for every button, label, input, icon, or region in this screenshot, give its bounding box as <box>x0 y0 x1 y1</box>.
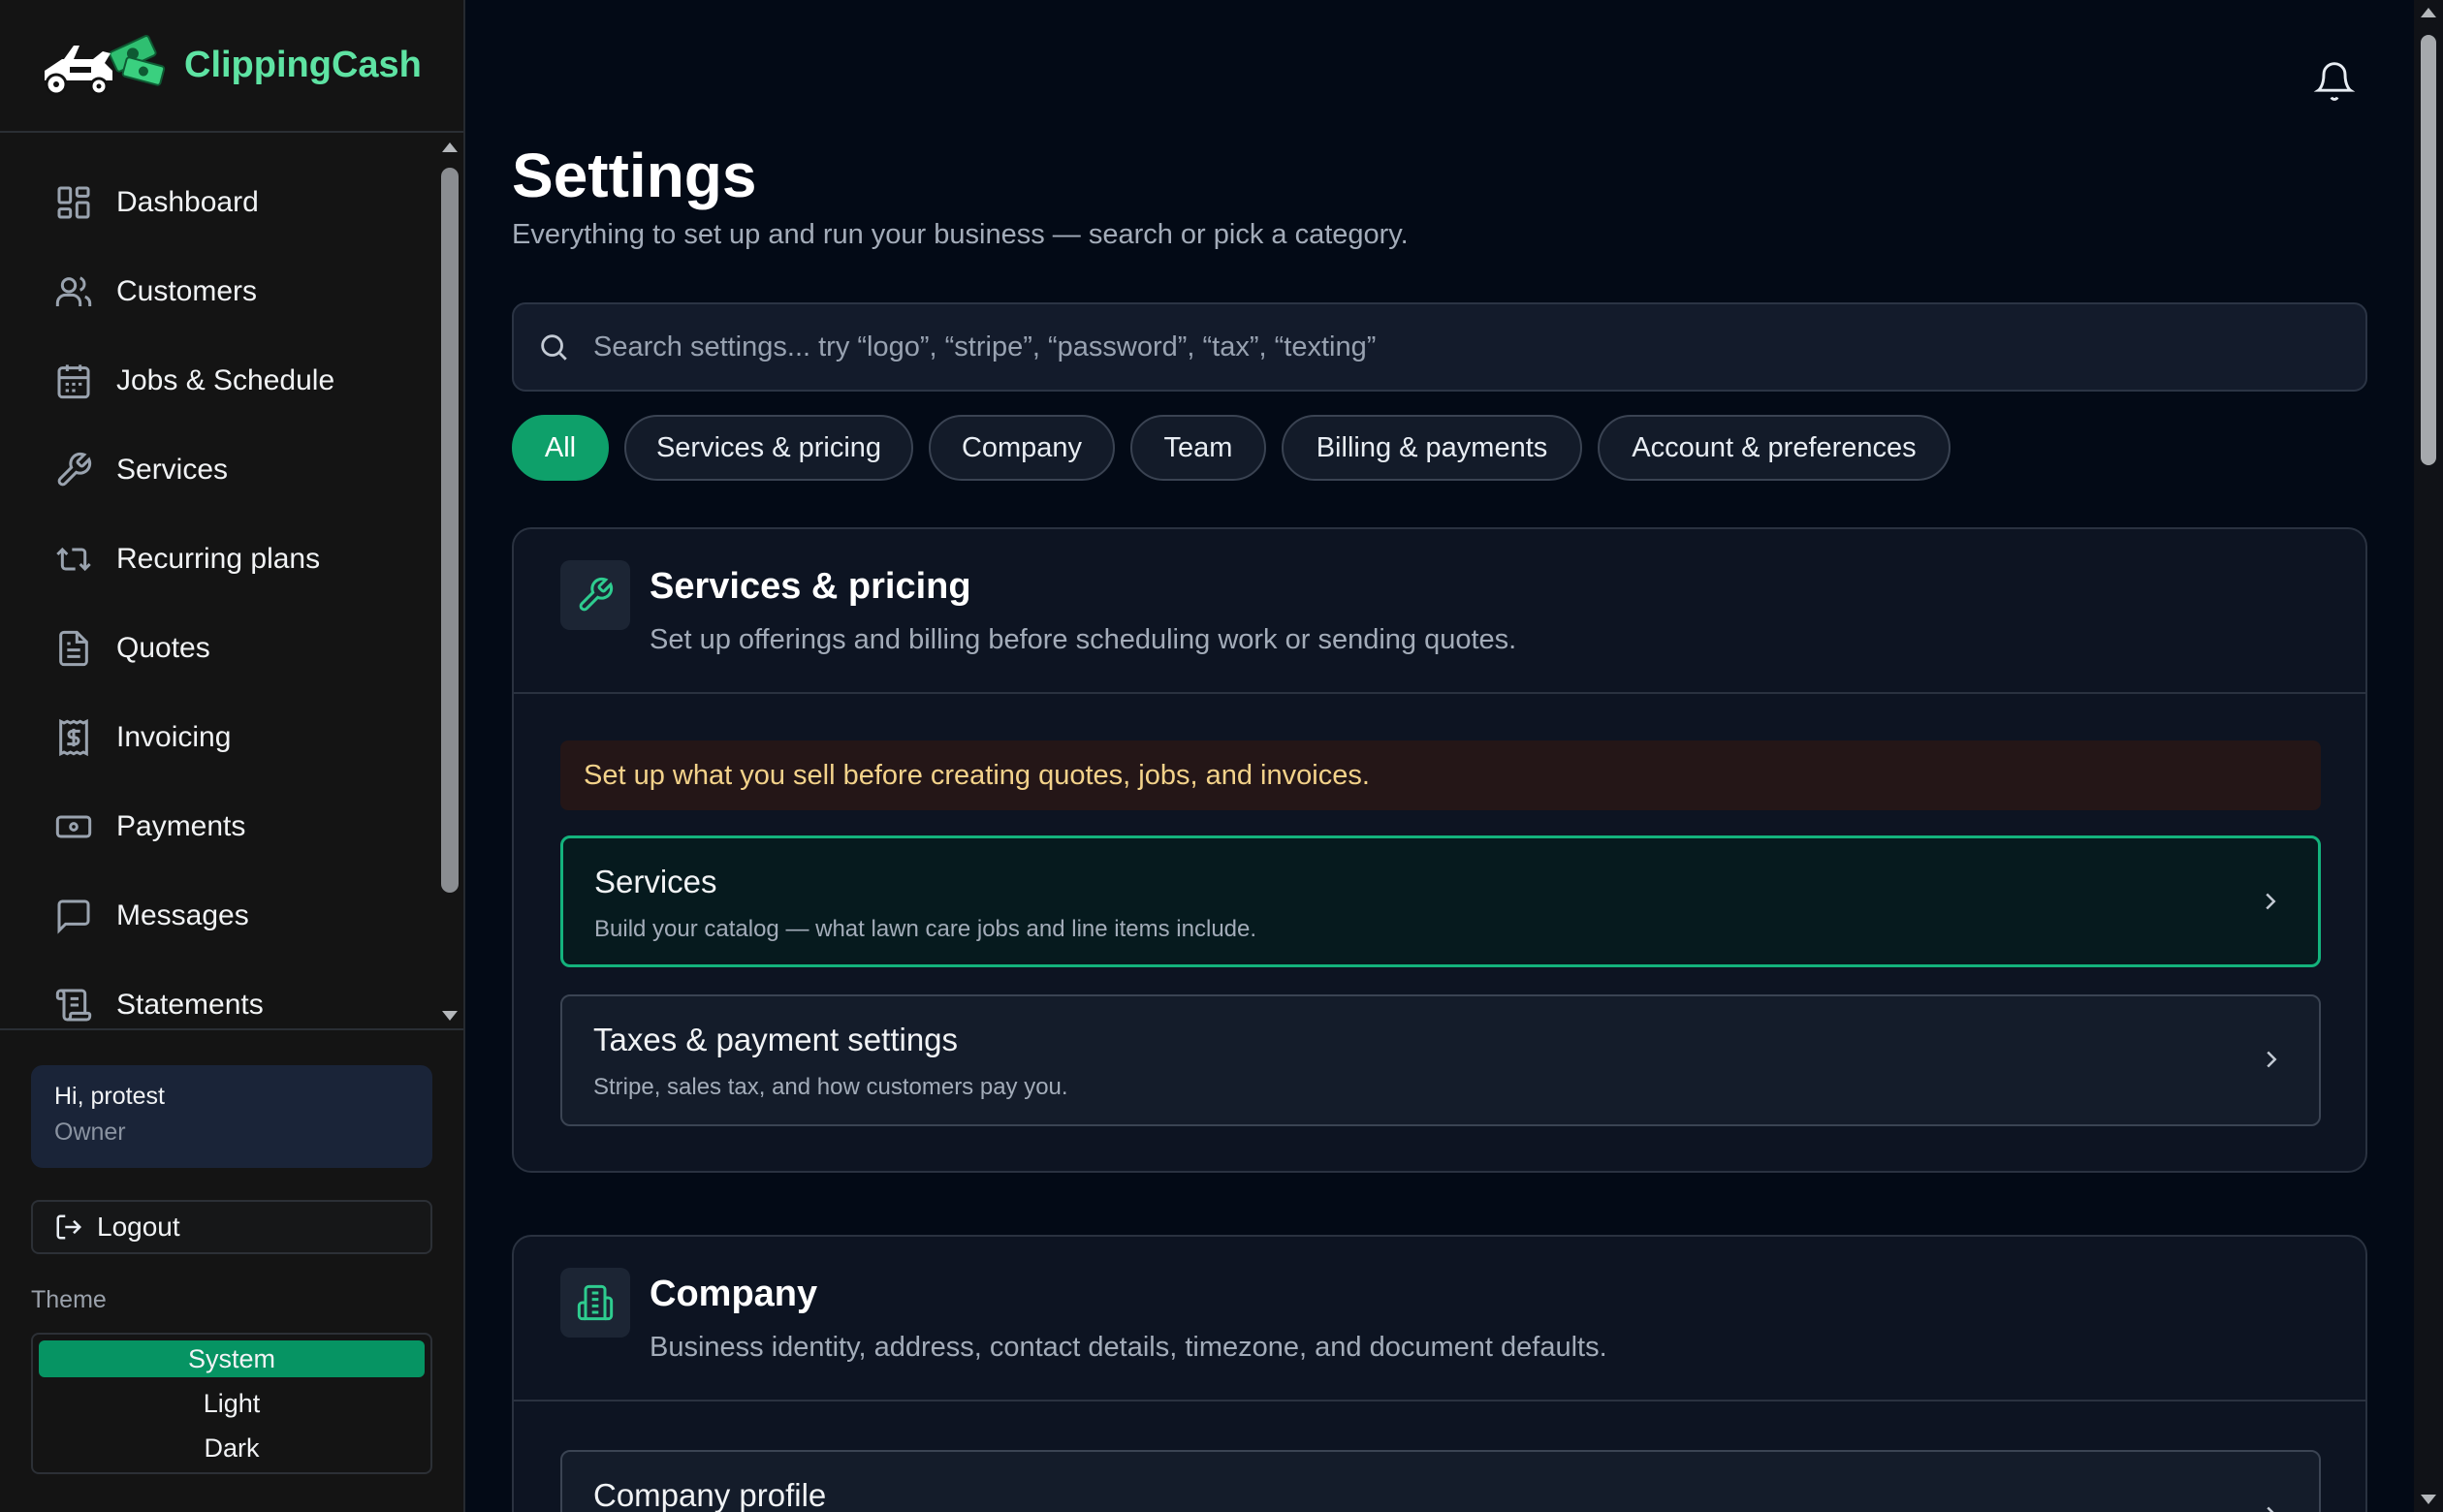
sidebar: ClippingCash Dashboard Customers Jobs & … <box>0 0 465 1512</box>
scroll-icon <box>55 989 92 1022</box>
sidebar-item-quotes[interactable]: Quotes <box>0 604 427 693</box>
sidebar-item-label: Services <box>116 454 229 486</box>
section-title: Company <box>650 1274 818 1314</box>
bell-icon[interactable] <box>2313 60 2356 103</box>
sidebar-item-label: Recurring plans <box>116 543 321 575</box>
section-icon-box <box>560 1268 630 1338</box>
chevron-right-icon <box>2266 893 2276 910</box>
section-company: Company Business identity, address, cont… <box>512 1235 2367 1512</box>
settings-row-services[interactable]: Services Build your catalog — what lawn … <box>560 835 2321 967</box>
row-title: Services <box>594 864 717 899</box>
theme-option-system[interactable]: System <box>39 1340 425 1377</box>
filter-chip-account-preferences[interactable]: Account & preferences <box>1598 415 1951 481</box>
sidebar-nav: Dashboard Customers Jobs & Schedule Serv… <box>0 135 463 1028</box>
page-subtitle: Everything to set up and run your busine… <box>512 219 1409 250</box>
brand-name: ClippingCash <box>184 45 422 85</box>
sidebar-footer: Hi, protest Owner Logout Theme System Li… <box>0 1028 463 1512</box>
filter-chip-services-pricing[interactable]: Services & pricing <box>624 415 913 481</box>
sidebar-item-label: Invoicing <box>116 721 232 753</box>
sidebar-item-payments[interactable]: Payments <box>0 782 427 871</box>
brand[interactable]: ClippingCash <box>0 0 463 133</box>
scrollbar-thumb[interactable] <box>441 168 459 893</box>
setup-notice: Set up what you sell before creating quo… <box>560 740 2321 810</box>
sidebar-item-invoicing[interactable]: Invoicing <box>0 693 427 782</box>
theme-label: Theme <box>31 1286 107 1313</box>
main-content: Settings Everything to set up and run yo… <box>465 0 2414 1512</box>
sidebar-scrollbar[interactable] <box>438 135 461 1028</box>
sidebar-item-messages[interactable]: Messages <box>0 871 427 961</box>
invoice-dollar-icon <box>59 718 88 757</box>
filter-chip-team[interactable]: Team <box>1130 415 1266 481</box>
logout-icon <box>56 1214 82 1240</box>
theme-option-light[interactable]: Light <box>39 1385 425 1422</box>
section-icon-box <box>560 560 630 630</box>
search-icon <box>541 334 567 361</box>
section-header: Company Business identity, address, cont… <box>514 1237 2365 1402</box>
sidebar-item-customers[interactable]: Customers <box>0 247 427 336</box>
filter-chip-all[interactable]: All <box>512 415 609 481</box>
calendar-icon <box>57 364 90 399</box>
users-icon <box>55 276 92 306</box>
row-title: Company profile <box>593 1477 827 1512</box>
section-services-pricing: Services & pricing Set up offerings and … <box>512 527 2367 1173</box>
sidebar-item-label: Payments <box>116 810 246 842</box>
scrollbar-thumb[interactable] <box>2421 35 2436 465</box>
banknote-icon <box>55 815 92 838</box>
repeat-icon <box>56 547 91 572</box>
scroll-up-arrow-icon[interactable] <box>442 142 458 152</box>
section-description: Set up offerings and billing before sche… <box>650 624 1517 655</box>
scroll-down-arrow-icon[interactable] <box>2421 1495 2436 1504</box>
section-title: Services & pricing <box>650 566 971 607</box>
wrench-icon <box>579 577 614 612</box>
building-icon <box>577 1284 614 1321</box>
settings-row-taxes-payment[interactable]: Taxes & payment settings Stripe, sales t… <box>560 994 2321 1126</box>
sidebar-item-statements[interactable]: Statements <box>0 961 427 1028</box>
filter-chip-company[interactable]: Company <box>929 415 1115 481</box>
theme-option-dark[interactable]: Dark <box>39 1430 425 1466</box>
user-card: Hi, protest Owner <box>31 1065 432 1168</box>
document-icon <box>59 630 88 667</box>
section-description: Business identity, address, contact deta… <box>650 1332 1607 1363</box>
logout-label: Logout <box>97 1212 180 1242</box>
lawn-mower-cash-logo <box>45 34 166 95</box>
user-greeting: Hi, protest <box>54 1083 165 1110</box>
sidebar-item-label: Customers <box>116 275 258 307</box>
section-header: Services & pricing Set up offerings and … <box>514 529 2365 694</box>
dashboard-grid-icon <box>57 186 90 219</box>
theme-selector: System Light Dark <box>31 1333 432 1474</box>
logout-button[interactable]: Logout <box>31 1200 432 1254</box>
settings-row-company-profile[interactable]: Company profile <box>560 1450 2321 1512</box>
user-role: Owner <box>54 1118 126 1146</box>
row-description: Build your catalog — what lawn care jobs… <box>594 916 1257 942</box>
sidebar-item-label: Statements <box>116 989 264 1021</box>
row-title: Taxes & payment settings <box>593 1022 959 1057</box>
scroll-up-arrow-icon[interactable] <box>2421 8 2436 17</box>
page-title: Settings <box>512 141 757 210</box>
filter-chip-billing-payments[interactable]: Billing & payments <box>1282 415 1582 481</box>
scroll-down-arrow-icon[interactable] <box>442 1011 458 1021</box>
search-input[interactable] <box>593 318 2319 376</box>
sidebar-item-services[interactable]: Services <box>0 425 427 515</box>
sidebar-item-label: Messages <box>116 899 249 931</box>
chevron-right-icon <box>2267 1506 2274 1512</box>
sidebar-item-dashboard[interactable]: Dashboard <box>0 158 427 247</box>
chevron-right-icon <box>2267 1051 2277 1068</box>
chat-icon <box>57 899 90 934</box>
sidebar-item-label: Dashboard <box>116 186 259 218</box>
sidebar-item-label: Jobs & Schedule <box>116 364 335 396</box>
wrench-icon <box>57 452 92 487</box>
app-root: ClippingCash Dashboard Customers Jobs & … <box>0 0 2443 1512</box>
sidebar-item-recurring-plans[interactable]: Recurring plans <box>0 515 427 604</box>
sidebar-item-jobs-schedule[interactable]: Jobs & Schedule <box>0 336 427 425</box>
row-description: Stripe, sales tax, and how customers pay… <box>593 1074 1068 1100</box>
main-scrollbar[interactable] <box>2414 0 2443 1512</box>
sidebar-item-label: Quotes <box>116 632 210 664</box>
settings-search <box>512 302 2367 392</box>
